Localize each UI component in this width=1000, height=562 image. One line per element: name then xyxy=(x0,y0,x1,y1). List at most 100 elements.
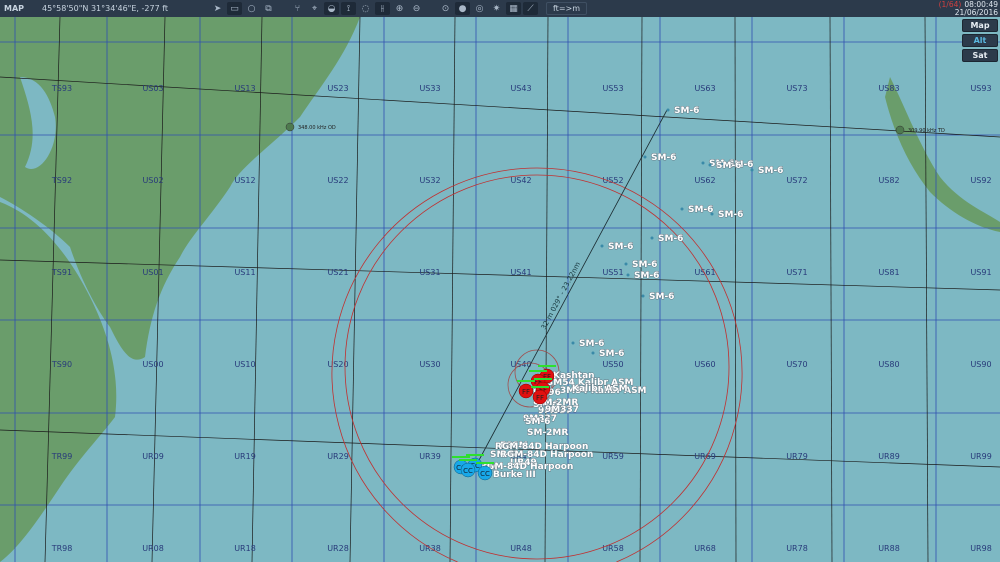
svg-text:SM-6: SM-6 xyxy=(718,210,743,220)
grid-square-label: UR29 xyxy=(327,452,349,461)
top-toolbar: MAP 45°58'50"N 31°34'46"E, -277 ft ➤ ▭ ○ ⧉ ⑂… xyxy=(0,0,1000,17)
grid-square-label: US30 xyxy=(419,360,440,369)
network-icon[interactable]: ⑂ xyxy=(290,2,305,15)
svg-text:FF: FF xyxy=(536,394,544,402)
ruler-icon[interactable]: ⟋ xyxy=(523,2,538,15)
alt-mode-button[interactable]: Alt xyxy=(962,34,998,47)
grid-square-label: TR98 xyxy=(51,544,73,553)
grid-square-label: US73 xyxy=(786,84,807,93)
grid-icon[interactable]: ▦ xyxy=(506,2,521,15)
grid-square-label: US12 xyxy=(234,176,255,185)
sun-icon[interactable]: ✷ xyxy=(489,2,504,15)
hostile-track-label: Kalibr ASM xyxy=(572,384,628,394)
grid-square-label: US11 xyxy=(234,268,255,277)
grid-square-label: US92 xyxy=(970,176,991,185)
grid-square-label: US03 xyxy=(142,84,163,93)
grid-square-label: US60 xyxy=(694,360,715,369)
hostile-track-label: SM-2MR xyxy=(527,428,568,438)
grid-square-label: US50 xyxy=(602,360,623,369)
tower-icon[interactable]: ⟟ xyxy=(341,2,356,15)
send-icon[interactable]: ➤ xyxy=(210,2,225,15)
svg-text:348.00 kHz OD: 348.00 kHz OD xyxy=(298,125,336,131)
grid-square-label: UR39 xyxy=(419,452,441,461)
grid-square-label: UR89 xyxy=(878,452,900,461)
grid-square-label: UR19 xyxy=(234,452,256,461)
svg-text:SM-6: SM-6 xyxy=(599,349,624,359)
grid-square-label: TS93 xyxy=(51,84,72,93)
grid-square-label: US42 xyxy=(510,176,531,185)
grid-square-label: US02 xyxy=(142,176,163,185)
range-rings-icon[interactable]: ◎ xyxy=(472,2,487,15)
grid-square-label: TS90 xyxy=(51,360,72,369)
svg-text:SM-6: SM-6 xyxy=(758,166,783,176)
map-canvas[interactable]: TS93 US03 US13 US23 US33 US43 US53 US63 US73 US83… xyxy=(0,17,1000,562)
grid-square-label: UR38 xyxy=(419,544,441,553)
svg-text:FF: FF xyxy=(522,388,530,396)
grid-square-label: US63 xyxy=(694,84,715,93)
svg-text:SM-6: SM-6 xyxy=(632,260,657,270)
grid-square-label: UR88 xyxy=(878,544,900,553)
grid-square-label: US82 xyxy=(878,176,899,185)
grid-square-label: UR68 xyxy=(694,544,716,553)
grid-square-label: US21 xyxy=(327,268,348,277)
zoom-out-icon[interactable]: ⊖ xyxy=(409,2,424,15)
cursor-coordinates: 45°58'50"N 31°34'46"E, -277 ft xyxy=(42,4,169,13)
layers-icon[interactable]: ⧉ xyxy=(261,2,276,15)
grid-square-label: US10 xyxy=(234,360,255,369)
grid-square-label: US51 xyxy=(602,268,623,277)
map-mode-button[interactable]: Map xyxy=(962,19,998,32)
grid-square-label: US80 xyxy=(878,360,899,369)
circle-icon[interactable]: ○ xyxy=(244,2,259,15)
grid-square-label: UR78 xyxy=(786,544,808,553)
grid-square-label: US23 xyxy=(327,84,348,93)
grid-square-label: US90 xyxy=(970,360,991,369)
grid-square-label: TS92 xyxy=(51,176,72,185)
grid-square-label: UR48 xyxy=(510,544,532,553)
grid-square-label: US33 xyxy=(419,84,440,93)
svg-text:CC: CC xyxy=(463,467,473,475)
sat-mode-button[interactable]: Sat xyxy=(962,49,998,62)
globe-icon[interactable]: ● xyxy=(455,2,470,15)
clock: (1/64) 08:00:49 21/06/2016 xyxy=(939,1,998,17)
radar-icon[interactable]: ⫲ xyxy=(375,2,390,15)
grid-square-label: US41 xyxy=(510,268,531,277)
grid-square-label: US83 xyxy=(878,84,899,93)
date: 21/06/2016 xyxy=(954,8,998,17)
svg-text:SM-6: SM-6 xyxy=(634,271,659,281)
grid-square-label: UR28 xyxy=(327,544,349,553)
friendly-track-label: Burke III xyxy=(493,470,536,480)
grid-square-label: US52 xyxy=(602,176,623,185)
svg-text:SM-6: SM-6 xyxy=(674,106,699,116)
chat-icon[interactable]: ◌ xyxy=(358,2,373,15)
svg-text:SM-6: SM-6 xyxy=(658,234,683,244)
target-icon[interactable]: ⌖ xyxy=(307,2,322,15)
hostile-track-label: 9M337 xyxy=(545,405,579,415)
zoom-in-icon[interactable]: ⊕ xyxy=(392,2,407,15)
zoom-fit-icon[interactable]: ⊙ xyxy=(438,2,453,15)
grid-square-label: UR79 xyxy=(786,452,808,461)
grid-square-label: UR98 xyxy=(970,544,992,553)
grid-square-label: US61 xyxy=(694,268,715,277)
window-title: MAP xyxy=(4,4,25,13)
grid-square-label: UR99 xyxy=(970,452,992,461)
svg-text:SM-6: SM-6 xyxy=(608,242,633,252)
svg-text:SM-6: SM-6 xyxy=(649,292,674,302)
svg-text:309.90 kHz TD: 309.90 kHz TD xyxy=(908,128,945,134)
wifi-icon[interactable]: ◒ xyxy=(324,2,339,15)
grid-square-label: TS91 xyxy=(51,268,72,277)
grid-square-label: US62 xyxy=(694,176,715,185)
grid-square-label: UR09 xyxy=(142,452,164,461)
grid-square-label: US93 xyxy=(970,84,991,93)
unit-toggle-button[interactable]: ft=>m xyxy=(546,2,588,15)
svg-text:CC: CC xyxy=(480,470,490,478)
grid-square-label: US91 xyxy=(970,268,991,277)
grid-square-label: US22 xyxy=(327,176,348,185)
grid-square-label: US72 xyxy=(786,176,807,185)
grid-square-label: US70 xyxy=(786,360,807,369)
grid-square-label: US00 xyxy=(142,360,163,369)
grid-square-label: UR59 xyxy=(602,452,624,461)
battery-icon[interactable]: ▭ xyxy=(227,2,242,15)
svg-text:SM-6: SM-6 xyxy=(688,205,713,215)
svg-text:SM-6: SM-6 xyxy=(579,339,604,349)
grid-square-label: UR18 xyxy=(234,544,256,553)
